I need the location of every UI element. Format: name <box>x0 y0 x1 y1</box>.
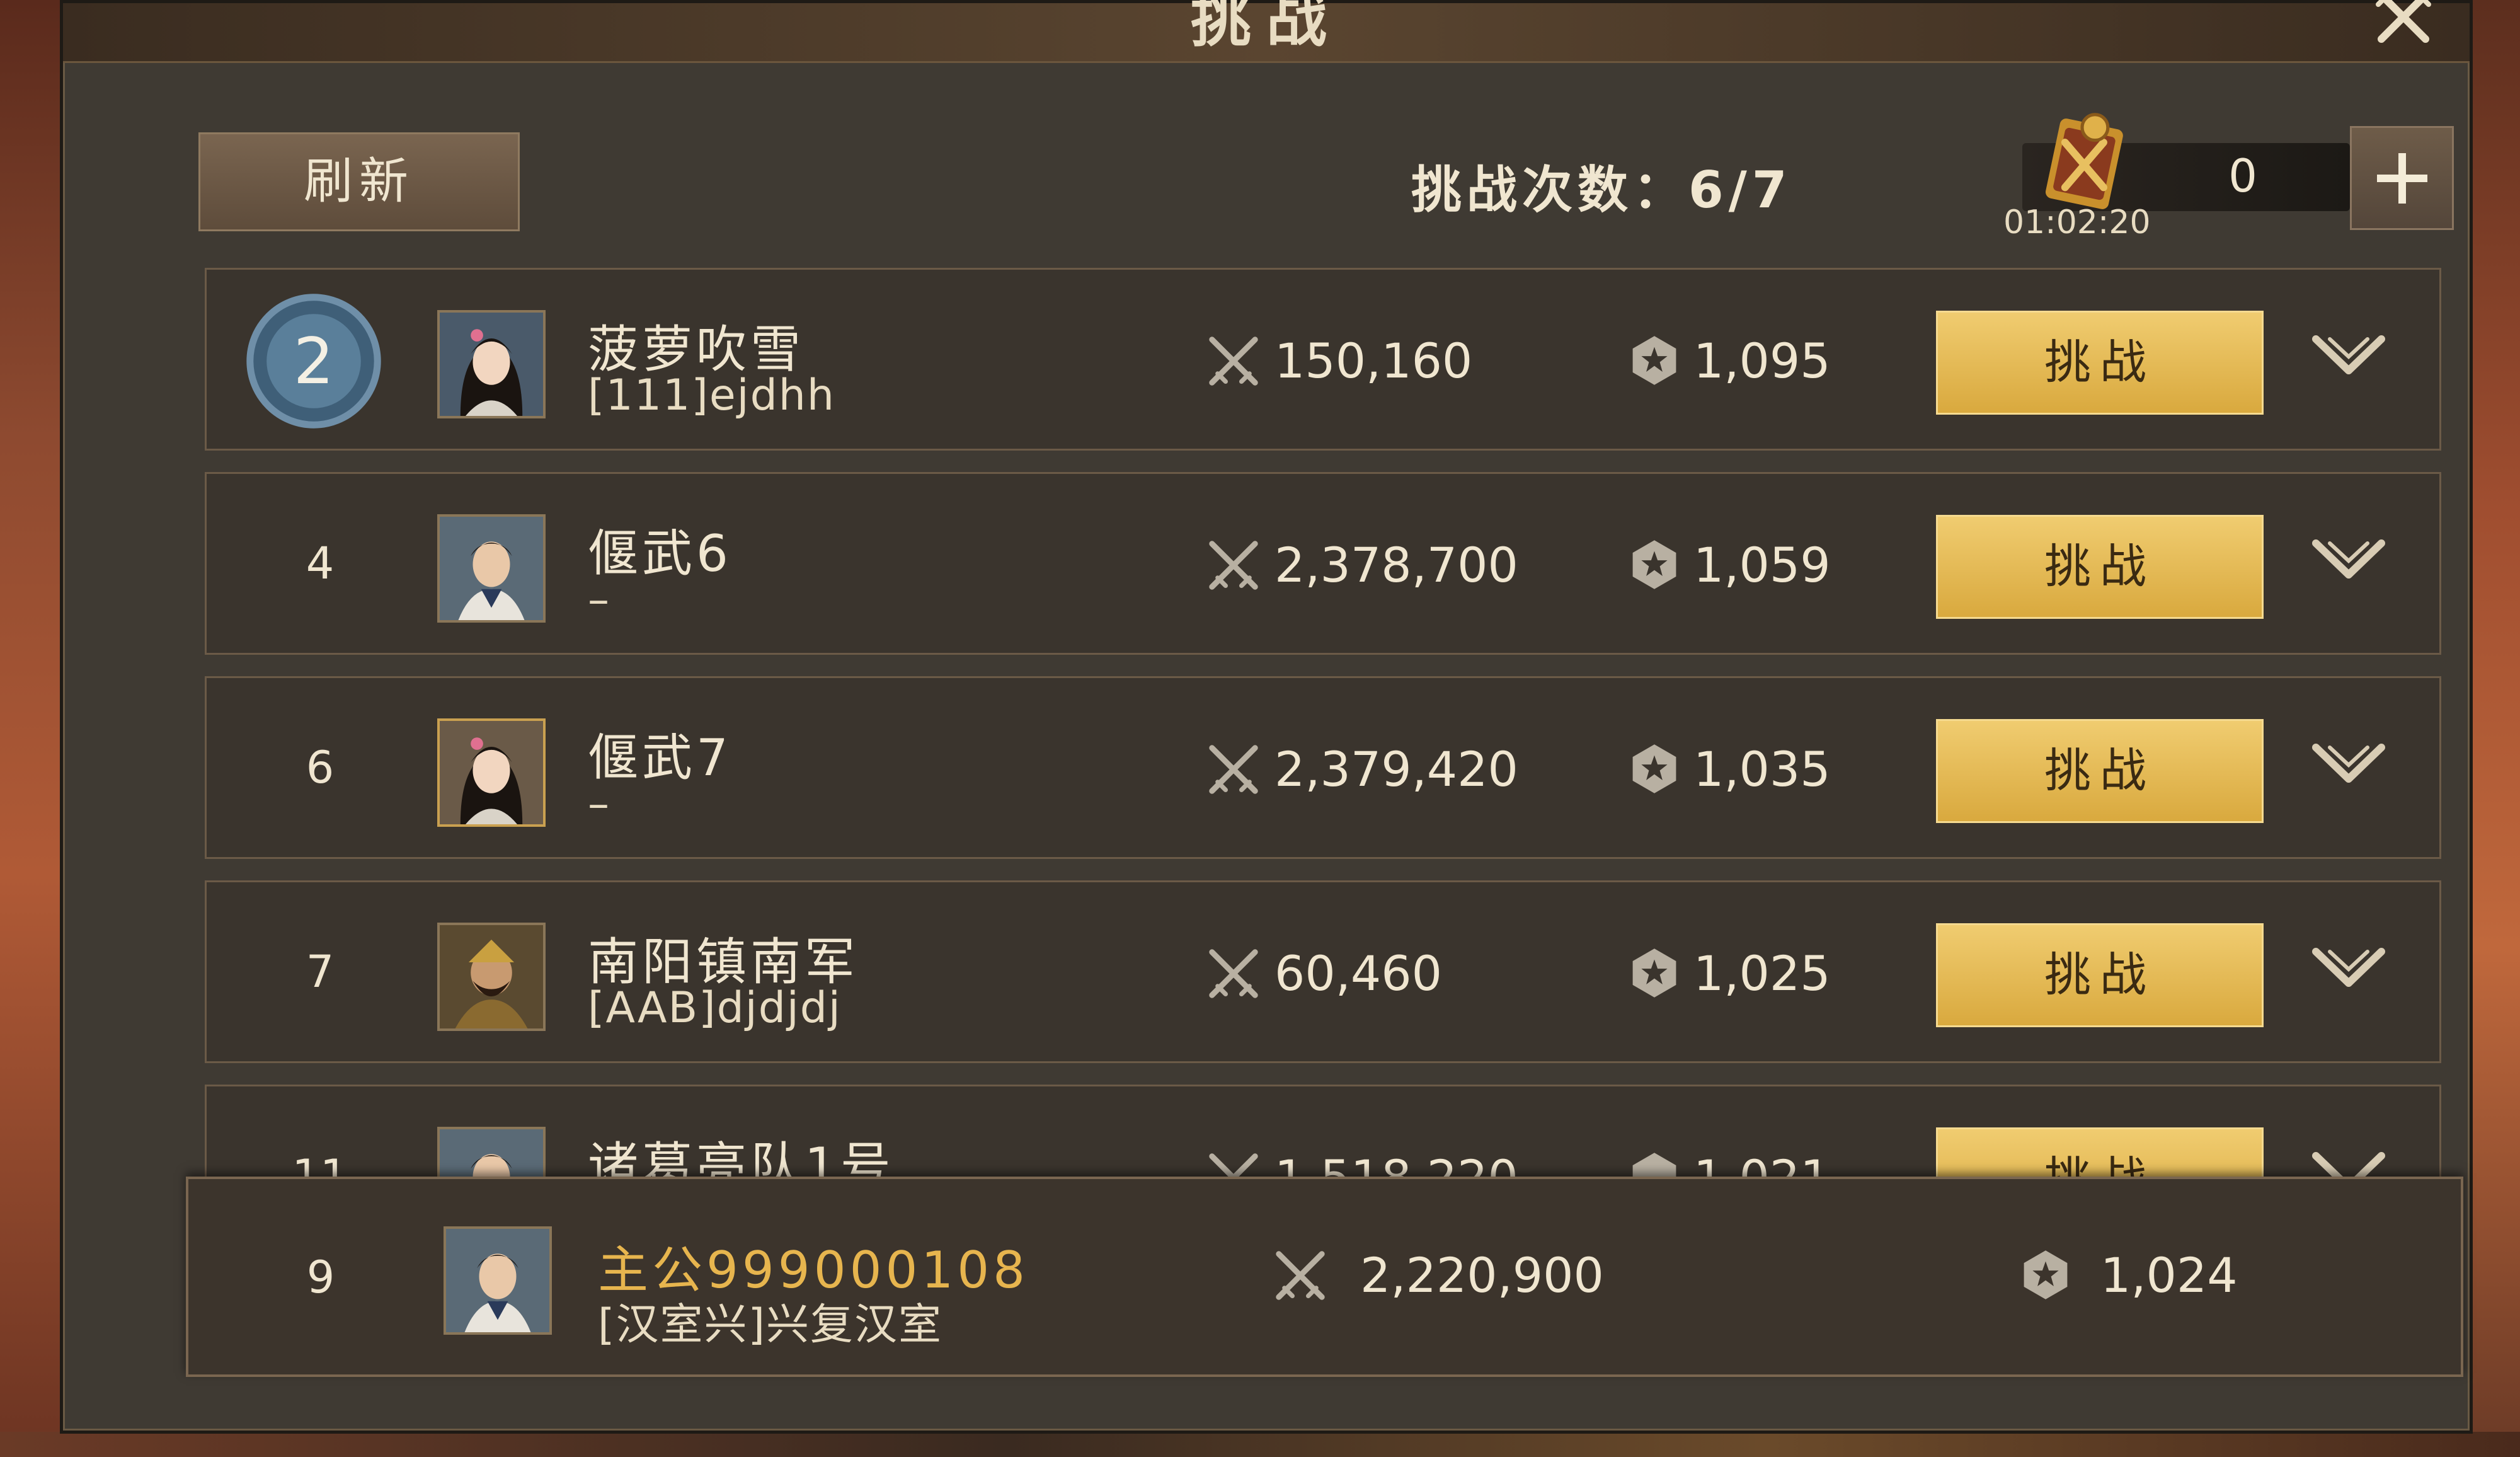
background-bottom <box>0 1432 2520 1457</box>
crossed-swords-icon <box>1209 745 1258 794</box>
crossed-swords-icon <box>1209 541 1258 590</box>
rank-badge-icon <box>1632 744 1676 793</box>
crossed-swords-icon <box>1209 949 1258 998</box>
self-avatar[interactable] <box>444 1226 552 1335</box>
crossed-swords-icon <box>1209 1153 1258 1178</box>
rank-badge-icon <box>1632 948 1676 998</box>
rank-badge-icon <box>2024 1250 2068 1299</box>
chevron-down-icon[interactable] <box>2311 1149 2386 1178</box>
player-guild: – <box>588 779 610 829</box>
arena-score: 1,059 <box>1693 537 1831 593</box>
opponent-row: 11 诸葛亮队1号 1,518,220 1,021 挑战 <box>205 1085 2441 1178</box>
player-guild: [111]ejdhh <box>588 371 835 420</box>
avatar[interactable] <box>437 1127 546 1178</box>
challenge-button[interactable]: 挑战 <box>1936 923 2264 1027</box>
challenge-dialog: 挑战 刷新 挑战次数：6/7 0 01:02:20 2 菠萝吹雪 [111]ej… <box>60 0 2473 1434</box>
arena-score: 1,021 <box>1693 1149 1831 1178</box>
opponent-row: 7 南阳镇南军 [AAB]djdjdj 60,460 1,025 挑战 <box>205 880 2441 1063</box>
arena-score: 1,025 <box>1693 945 1831 1001</box>
player-guild: – <box>588 575 610 625</box>
rank-number: 11 <box>292 1150 348 1178</box>
challenge-button[interactable]: 挑战 <box>1936 1127 2264 1178</box>
avatar[interactable] <box>437 310 546 418</box>
chevron-down-icon[interactable] <box>2311 741 2386 792</box>
rank-badge-icon <box>1632 540 1676 589</box>
rank-badge-icon <box>1632 336 1676 385</box>
combat-power: 60,460 <box>1274 945 1442 1001</box>
rank-number: 7 <box>306 946 335 998</box>
challenge-button[interactable]: 挑战 <box>1936 719 2264 823</box>
arena-score: 1,095 <box>1693 333 1831 389</box>
avatar[interactable] <box>437 923 546 1031</box>
rank-number: 2 <box>294 324 334 398</box>
self-arena-score: 1,024 <box>2100 1247 2238 1303</box>
avatar[interactable] <box>437 718 546 827</box>
arena-score: 1,035 <box>1693 741 1831 797</box>
chevron-down-icon[interactable] <box>2311 945 2386 996</box>
background-left <box>0 0 69 1457</box>
crossed-swords-icon <box>1209 337 1258 386</box>
self-rank-row: 9 主公999000108 [汉室兴]兴复汉室 2,220,900 1,024 <box>186 1177 2463 1377</box>
combat-power: 1,518,220 <box>1274 1149 1518 1178</box>
avatar[interactable] <box>437 514 546 623</box>
opponent-row: 2 菠萝吹雪 [111]ejdhh 150,160 1,095 挑战 <box>205 268 2441 451</box>
self-rank-number: 9 <box>306 1252 335 1303</box>
combat-power: 2,379,420 <box>1274 741 1518 797</box>
challenge-button[interactable]: 挑战 <box>1936 515 2264 619</box>
opponent-list: 2 菠萝吹雪 [111]ejdhh 150,160 1,095 挑战 4 偃武6… <box>63 3 2470 1178</box>
self-combat-power: 2,220,900 <box>1360 1247 1604 1303</box>
rank-badge-icon <box>1632 1153 1676 1178</box>
player-name: 诸葛亮队1号 <box>588 1137 895 1178</box>
opponent-row: 6 偃武7 – 2,379,420 1,035 挑战 <box>205 676 2441 859</box>
rank-number: 6 <box>306 742 335 793</box>
combat-power: 150,160 <box>1274 333 1473 389</box>
player-guild: [AAB]djdjdj <box>588 983 842 1033</box>
opponent-row: 4 偃武6 – 2,378,700 1,059 挑战 <box>205 472 2441 655</box>
rank-number: 4 <box>306 538 335 589</box>
rank-medal-icon: 2 <box>246 294 381 429</box>
combat-power: 2,378,700 <box>1274 537 1518 593</box>
crossed-swords-icon <box>1276 1251 1325 1300</box>
challenge-button[interactable]: 挑战 <box>1936 311 2264 415</box>
self-guild: [汉室兴]兴复汉室 <box>598 1300 943 1350</box>
chevron-down-icon[interactable] <box>2311 333 2386 383</box>
chevron-down-icon[interactable] <box>2311 537 2386 587</box>
